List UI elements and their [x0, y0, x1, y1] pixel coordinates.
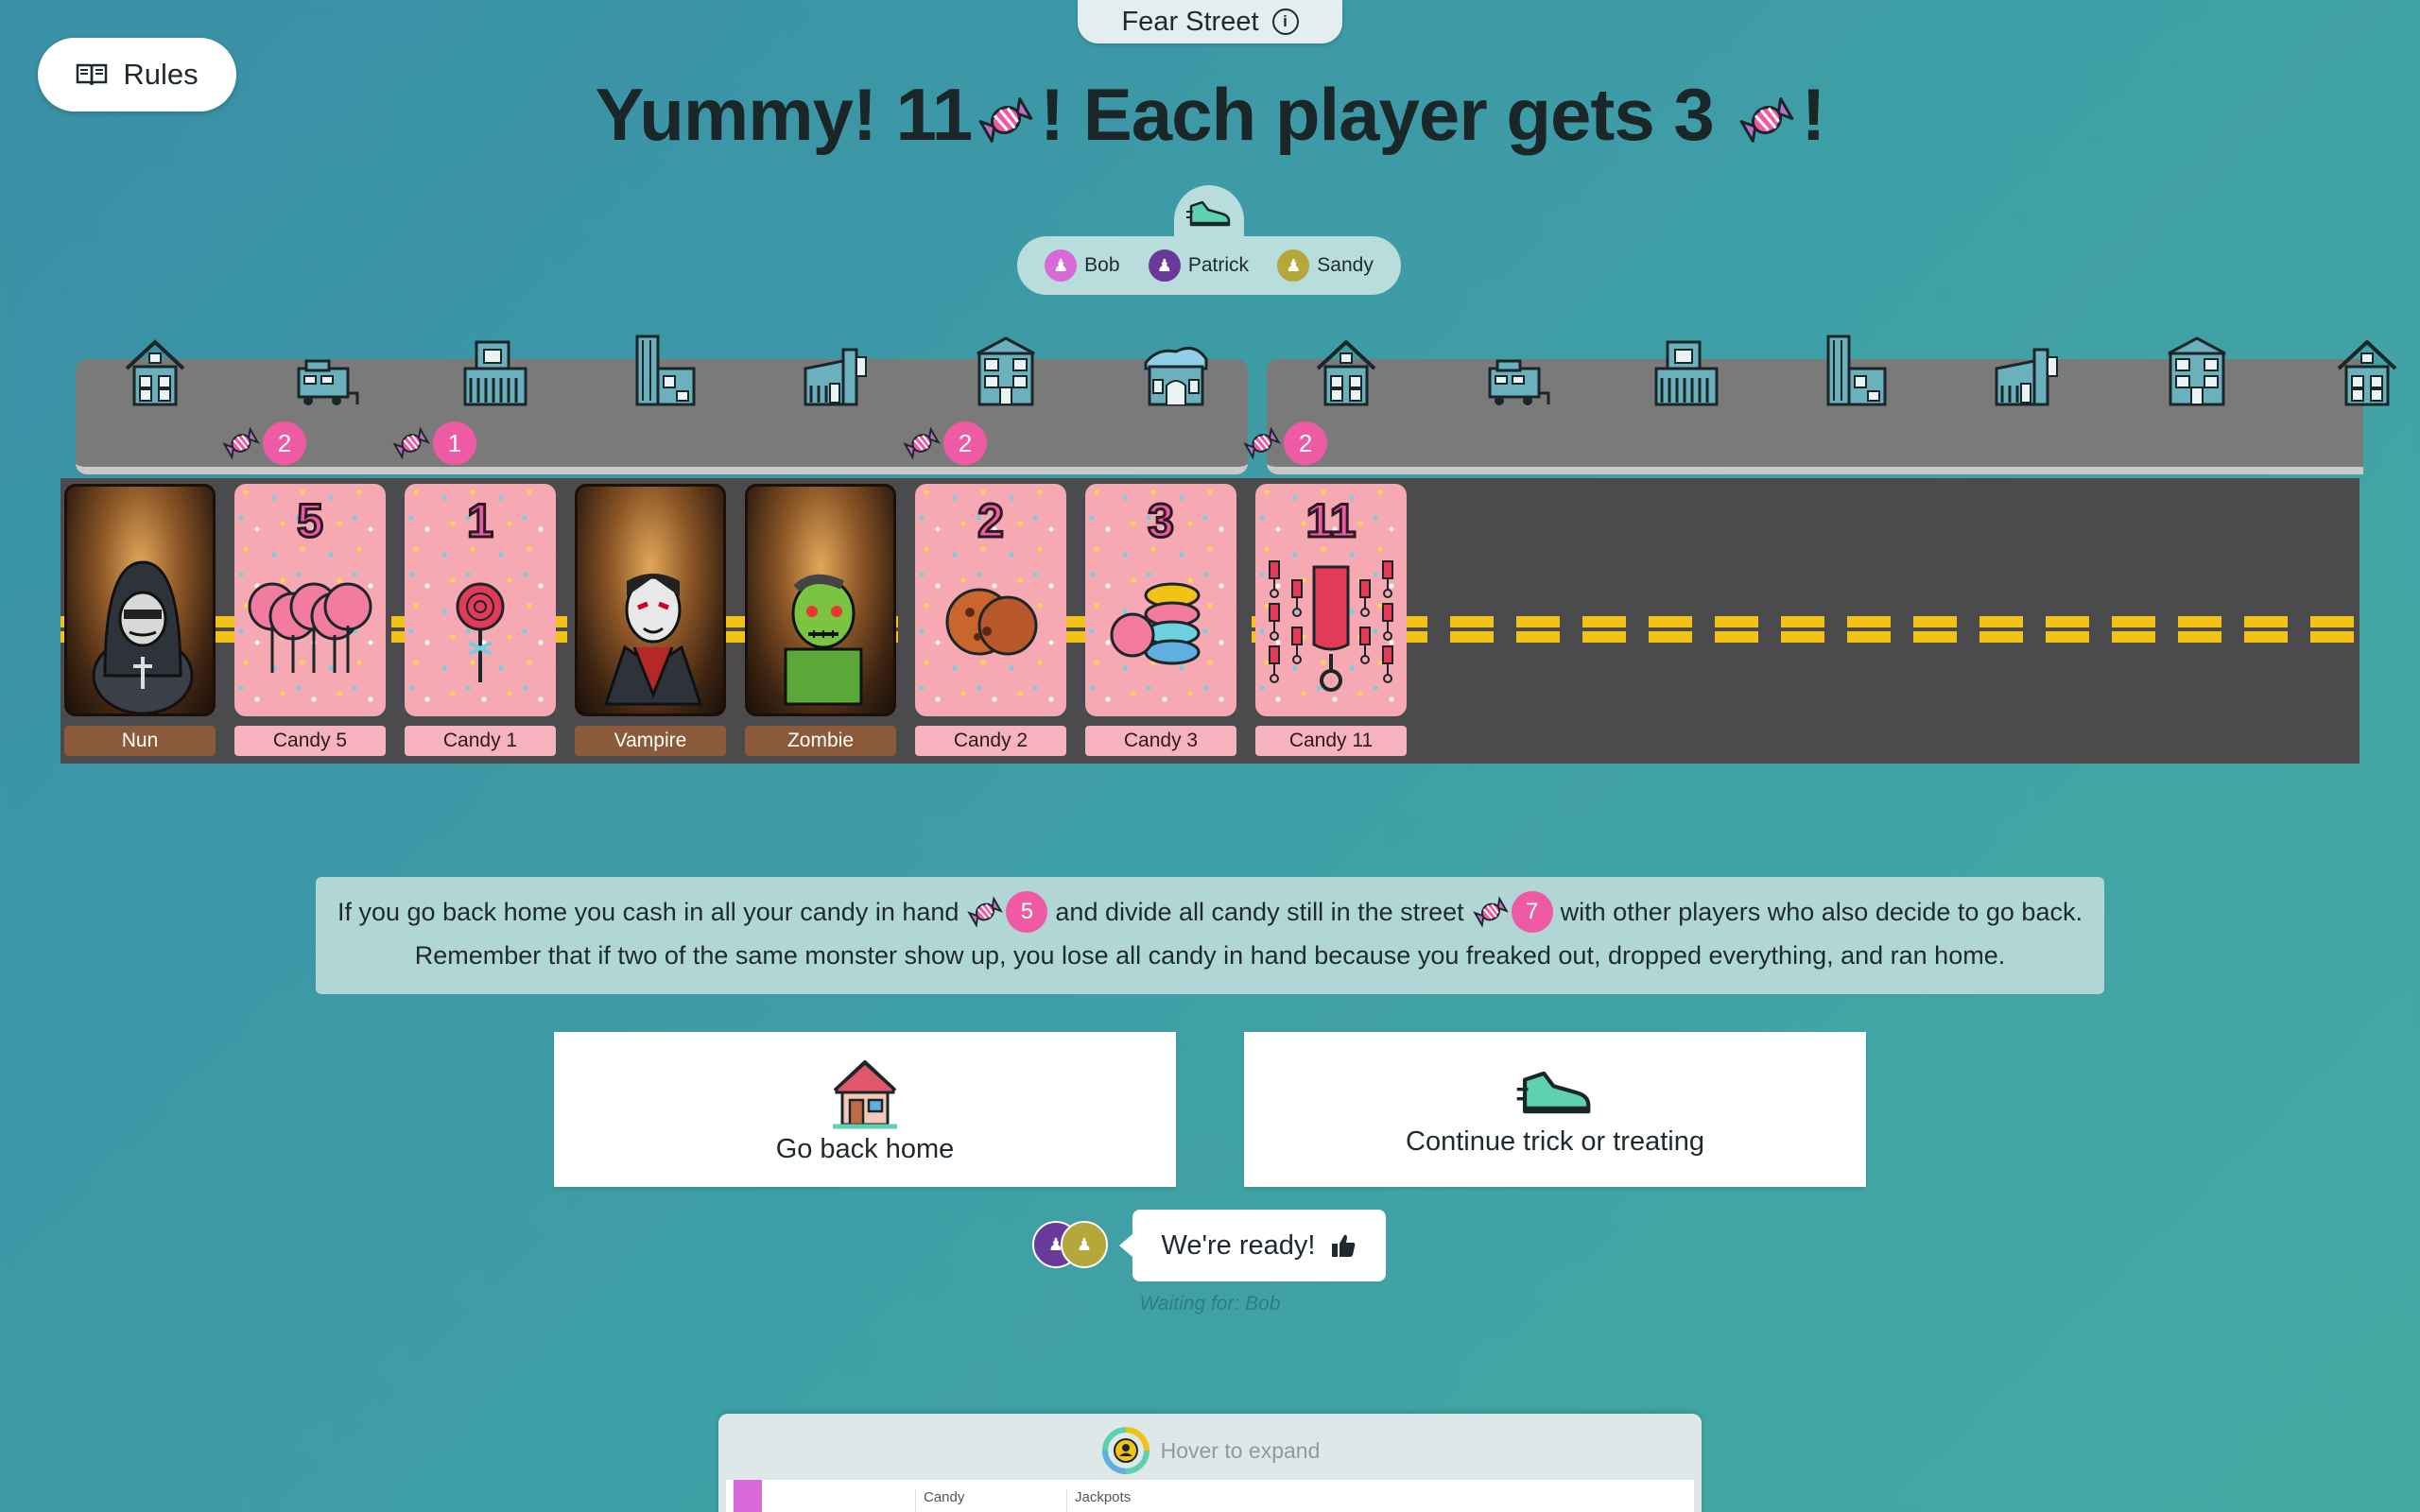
card-label: Vampire [575, 726, 726, 756]
go-home-info: If you go back home you cash in all your… [316, 877, 2104, 994]
street-name: Fear Street [1121, 6, 1259, 37]
house-trailer-icon [1478, 331, 1554, 410]
player-name: Bob [1084, 254, 1120, 276]
candy-icon [978, 97, 1033, 144]
sneaker-icon [1516, 1071, 1591, 1113]
scoreboard-table: Candy Jackpots [726, 1480, 1694, 1512]
scoreboard-header: Hover to expand [718, 1425, 1702, 1476]
ready-label: We're ready! [1161, 1229, 1316, 1261]
card-zombie[interactable] [745, 484, 896, 716]
card-value: 3 [1147, 493, 1176, 549]
candy-count: 2 [943, 421, 987, 465]
ready-players: ♟ ♟ [1032, 1221, 1112, 1270]
street-candy-badge: 7 [1472, 891, 1553, 933]
card-candy-5[interactable]: 5 [234, 484, 386, 716]
card-candy-3[interactable]: 3 [1085, 484, 1236, 716]
house-townhouse-icon [968, 331, 1044, 410]
house-candy-badge: 2 [1242, 421, 1327, 465]
card-value: 11 [1305, 493, 1357, 549]
column-header: Jackpots [1066, 1489, 1131, 1512]
info-text: If you go back home you cash in all your… [337, 898, 959, 926]
player-list: ♟ Bob ♟ Patrick ♟ Sandy [1017, 236, 1401, 295]
avatar: ♟ [1045, 249, 1078, 282]
card-candy-1[interactable]: 1 [405, 484, 556, 716]
go-back-home-button[interactable]: Go back home [554, 1032, 1176, 1187]
waiting-text: Waiting for: Bob [1139, 1293, 1281, 1314]
continue-label: Continue trick or treating [1406, 1125, 1704, 1157]
house-trailer-icon [287, 331, 363, 410]
player-patrick: ♟ Patrick [1148, 249, 1249, 282]
candy-count: 2 [1284, 421, 1327, 465]
sneaker-icon [1186, 200, 1231, 227]
house-candy-badge: 1 [391, 421, 476, 465]
house-tower-icon [628, 331, 703, 410]
scoreboard-icon [1101, 1427, 1150, 1474]
player-color-swatch [734, 1480, 762, 1512]
card-label: Candy 5 [234, 726, 386, 756]
scoreboard-panel[interactable]: Hover to expand Candy Jackpots [718, 1414, 1702, 1512]
card-label: Candy 1 [405, 726, 556, 756]
card-candy-11[interactable]: 11 [1255, 484, 1407, 716]
house-house-icon [1308, 331, 1384, 410]
candy-icon [967, 896, 1004, 928]
avatar: ♟ [1148, 249, 1181, 282]
continue-trick-or-treating-button[interactable]: Continue trick or treating [1244, 1032, 1866, 1187]
card-label: Zombie [745, 726, 896, 756]
headline-text-2: ! Each player gets 3 [1040, 73, 1715, 156]
headline-text-1: Yummy! 11 [595, 73, 974, 156]
card-label: Candy 11 [1255, 726, 1407, 756]
nun-icon [92, 560, 194, 713]
info-text: Remember that if two of the same monster… [414, 941, 2006, 970]
card-nun[interactable] [64, 484, 216, 716]
candy-icon [1472, 896, 1509, 928]
card-value: 1 [466, 493, 495, 549]
house-house-icon [2329, 331, 2405, 410]
card-candy-2[interactable]: 2 [915, 484, 1066, 716]
info-text: with other players who also decide to go… [1560, 898, 2083, 926]
zombie-icon [784, 575, 863, 706]
column-header: Candy [915, 1489, 964, 1512]
house-cottage-icon [1138, 331, 1214, 410]
card-label: Nun [64, 726, 216, 756]
house-shop-icon [798, 331, 873, 410]
player-bob: ♟ Bob [1045, 249, 1120, 282]
headline: Yummy! 11 ! Each player gets 3 ! [0, 72, 2420, 158]
player-name: Sandy [1317, 254, 1374, 276]
thumbs-up-icon [1332, 1234, 1356, 1257]
house-apartment-icon [458, 331, 533, 410]
house-tower-icon [1819, 331, 1894, 410]
street-board: 2 1 2 2 Nun 5 Candy 5 1 Candy 1 Vampire Zombie 2 Ca… [60, 331, 2397, 764]
headline-text-3: ! [1801, 73, 1825, 156]
house-candy-badge: 2 [221, 421, 306, 465]
street-name-tab[interactable]: Fear Street i [1078, 0, 1342, 43]
house-apartment-icon [1649, 331, 1724, 410]
candy-count: 5 [1006, 891, 1048, 933]
hover-label: Hover to expand [1160, 1437, 1321, 1463]
house-townhouse-icon [2159, 331, 2235, 410]
card-value: 2 [977, 493, 1006, 549]
hand-candy-badge: 5 [966, 891, 1048, 933]
house-candy-badge: 2 [902, 421, 987, 465]
card-label: Candy 2 [915, 726, 1066, 756]
house-shop-icon [1989, 331, 2065, 410]
player-name: Patrick [1187, 254, 1249, 276]
card-value: 5 [296, 493, 325, 549]
vampire-icon [603, 574, 703, 706]
candy-count: 2 [263, 421, 306, 465]
info-icon[interactable]: i [1271, 9, 1299, 35]
info-text: and divide all candy still in the street [1055, 898, 1464, 926]
avatar: ♟ [1277, 249, 1310, 282]
candy-count: 7 [1511, 891, 1553, 933]
candy-icon [1740, 97, 1794, 144]
turn-indicator [1174, 185, 1244, 242]
card-label: Candy 3 [1085, 726, 1236, 756]
home-icon [833, 1059, 897, 1128]
avatar: ♟ [1061, 1221, 1108, 1268]
candy-count: 1 [433, 421, 476, 465]
ready-status-bubble: We're ready! [1119, 1210, 1386, 1281]
card-vampire[interactable] [575, 484, 726, 716]
player-sandy: ♟ Sandy [1277, 249, 1374, 282]
house-house-icon [117, 331, 193, 410]
go-back-home-label: Go back home [775, 1133, 955, 1164]
